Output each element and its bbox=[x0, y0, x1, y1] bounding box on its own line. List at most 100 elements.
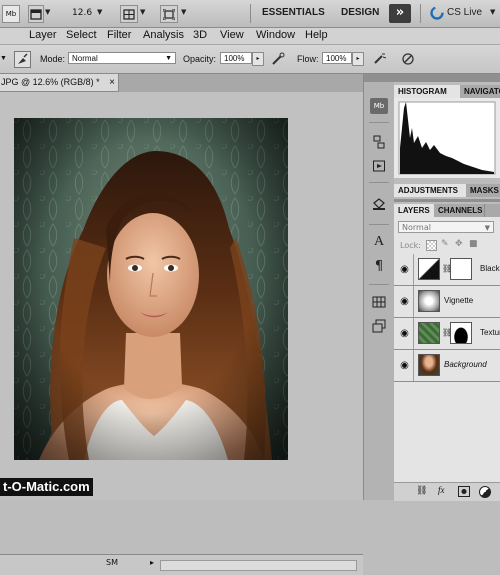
menu-select[interactable]: Select bbox=[66, 29, 97, 41]
layer-thumbnail[interactable] bbox=[418, 354, 440, 376]
pressure-opacity-icon[interactable] bbox=[270, 51, 286, 67]
divider bbox=[369, 284, 389, 285]
flow-slider-button[interactable]: ▸ bbox=[352, 52, 364, 66]
watermark: t-O-Matic.com bbox=[0, 478, 93, 496]
opacity-field[interactable]: 100% bbox=[220, 52, 252, 64]
screen-mode-button[interactable] bbox=[28, 5, 44, 23]
notes-icon[interactable] bbox=[370, 158, 388, 174]
layers-panel-footer: ⛓ fx bbox=[394, 482, 500, 501]
menu-analysis[interactable]: Analysis bbox=[143, 29, 184, 41]
layer-name[interactable]: Black bbox=[480, 264, 500, 273]
screen-mode-toggle[interactable] bbox=[160, 5, 178, 23]
document-status-bar: SM ▸ bbox=[0, 554, 363, 575]
zoom-level[interactable]: 12.6 bbox=[72, 8, 92, 18]
workspace-essentials[interactable]: ESSENTIALS bbox=[262, 7, 325, 18]
add-mask-icon[interactable] bbox=[458, 486, 470, 497]
chevron-down-icon[interactable]: ▼ bbox=[45, 8, 50, 16]
menu-layer[interactable]: Layer bbox=[29, 29, 57, 41]
layer-row-texture[interactable]: ◉ ⛓ Texture bbox=[394, 318, 500, 350]
close-icon[interactable]: × bbox=[109, 74, 115, 91]
mode-value: Normal bbox=[72, 54, 98, 63]
channels-tab-label: CHANNELS bbox=[438, 206, 483, 215]
menu-filter[interactable]: Filter bbox=[107, 29, 131, 41]
cs-live-label[interactable]: CS Live bbox=[447, 7, 482, 18]
tool-preset-chevron-icon[interactable]: ▼ bbox=[0, 55, 7, 62]
divider bbox=[413, 350, 414, 381]
visibility-eye-icon[interactable]: ◉ bbox=[397, 294, 412, 309]
tab-adjustments[interactable]: ADJUSTMENTS bbox=[394, 184, 466, 197]
layer-name[interactable]: Texture bbox=[480, 328, 500, 337]
status-menu-icon[interactable]: ▸ bbox=[150, 558, 154, 567]
layer-name[interactable]: Vignette bbox=[444, 296, 473, 305]
layer-row-vignette[interactable]: ◉ Vignette bbox=[394, 286, 500, 318]
mini-bridge-button[interactable]: Mb bbox=[2, 5, 20, 23]
layer-comps-icon[interactable] bbox=[370, 318, 388, 334]
layers-tab-label: LAYERS bbox=[398, 206, 430, 215]
layer-row-black[interactable]: ◉ ⛓ Black bbox=[394, 254, 500, 286]
lock-position-icon[interactable]: ✥ bbox=[455, 239, 463, 249]
opacity-slider-button[interactable]: ▸ bbox=[252, 52, 264, 66]
divider bbox=[369, 182, 389, 183]
adjustments-tab-label: ADJUSTMENTS bbox=[398, 186, 459, 195]
pressure-size-icon[interactable] bbox=[400, 51, 416, 67]
workspace-design[interactable]: DESIGN bbox=[341, 7, 379, 18]
panel-grip[interactable] bbox=[394, 74, 500, 82]
paint-bucket-icon[interactable] bbox=[370, 196, 388, 212]
arrange-documents-button[interactable] bbox=[120, 5, 138, 23]
menu-3d[interactable]: 3D bbox=[193, 29, 207, 41]
visibility-eye-icon[interactable]: ◉ bbox=[397, 358, 412, 373]
lock-transparency-icon[interactable] bbox=[426, 240, 437, 251]
menu-window[interactable]: Window bbox=[256, 29, 295, 41]
brush-panel-button[interactable] bbox=[14, 51, 31, 68]
chevron-down-icon[interactable]: ▼ bbox=[140, 8, 145, 16]
fullscreen-icon bbox=[163, 8, 175, 20]
adjustment-layer-icon[interactable] bbox=[479, 486, 491, 498]
grid-icon[interactable] bbox=[370, 294, 388, 310]
right-panel-dock: HISTOGRAM NAVIGATO ADJUSTMENTS MASKS LAY… bbox=[394, 74, 500, 501]
cs-live-icon[interactable] bbox=[430, 6, 444, 20]
canvas-photo[interactable] bbox=[14, 118, 288, 460]
more-workspaces-label: » bbox=[395, 5, 405, 20]
lock-pixels-icon[interactable]: ✎ bbox=[441, 239, 449, 249]
visibility-eye-icon[interactable]: ◉ bbox=[397, 262, 412, 277]
chevron-down-icon[interactable]: ▼ bbox=[97, 8, 102, 16]
tab-paths-stub[interactable] bbox=[484, 204, 500, 217]
document-tab[interactable]: JPG @ 12.6% (RGB/8) * × bbox=[0, 74, 119, 92]
chevron-down-icon[interactable]: ▼ bbox=[490, 8, 495, 16]
adjustment-thumbnail[interactable] bbox=[418, 258, 440, 280]
layer-name[interactable]: Background bbox=[444, 360, 487, 369]
tab-navigator[interactable]: NAVIGATO bbox=[460, 85, 500, 98]
strip-grip[interactable] bbox=[364, 74, 394, 82]
mini-bridge-icon[interactable]: Mb bbox=[370, 98, 388, 114]
layer-mask-thumbnail[interactable] bbox=[450, 258, 472, 280]
blend-mode-select[interactable]: Normal ▼ bbox=[398, 221, 494, 233]
mode-select[interactable]: Normal ▼ bbox=[68, 52, 176, 64]
paragraph-icon[interactable]: ¶ bbox=[370, 258, 388, 274]
character-icon[interactable]: A bbox=[370, 234, 388, 250]
layer-thumbnail[interactable] bbox=[418, 322, 440, 344]
layer-mask-thumbnail[interactable] bbox=[450, 322, 472, 344]
tab-channels[interactable]: CHANNELS bbox=[434, 204, 484, 217]
visibility-eye-icon[interactable]: ◉ bbox=[397, 326, 412, 341]
opacity-label: Opacity: bbox=[183, 54, 217, 64]
tab-masks[interactable]: MASKS bbox=[466, 184, 500, 197]
navigator-tab-label: NAVIGATO bbox=[464, 87, 500, 96]
more-workspaces-button[interactable]: » bbox=[389, 4, 411, 23]
arrange-documents-icon bbox=[123, 8, 135, 20]
brush-presets-icon[interactable] bbox=[370, 134, 388, 150]
chevron-down-icon[interactable]: ▼ bbox=[181, 8, 186, 16]
fx-icon[interactable]: fx bbox=[438, 485, 445, 495]
document-status-text: SM bbox=[106, 558, 118, 567]
tab-layers[interactable]: LAYERS bbox=[394, 204, 434, 217]
layer-thumbnail[interactable] bbox=[418, 290, 440, 312]
tab-histogram[interactable]: HISTOGRAM bbox=[394, 85, 460, 98]
horizontal-scrollbar[interactable] bbox=[160, 560, 357, 571]
link-layers-icon[interactable]: ⛓ bbox=[416, 486, 427, 496]
airbrush-icon[interactable] bbox=[372, 51, 388, 67]
menu-help[interactable]: Help bbox=[305, 29, 328, 41]
lock-all-icon[interactable]: ■ bbox=[469, 239, 478, 249]
panel-icon-strip: Mb A ¶ bbox=[363, 74, 395, 500]
menu-view[interactable]: View bbox=[220, 29, 244, 41]
layer-row-background[interactable]: ◉ Background bbox=[394, 350, 500, 382]
flow-field[interactable]: 100% bbox=[322, 52, 352, 64]
